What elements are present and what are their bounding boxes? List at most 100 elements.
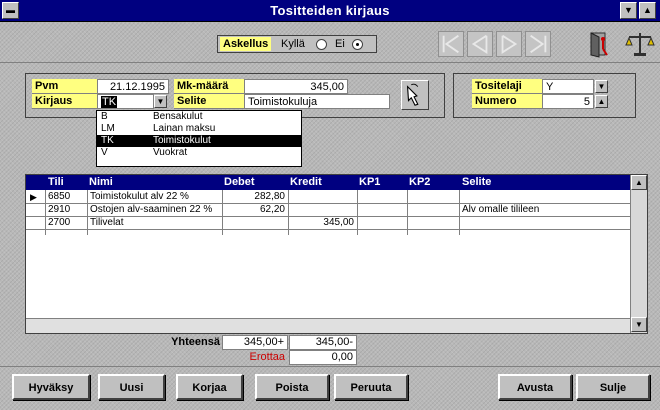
kirjaus-label: Kirjaus	[32, 94, 97, 109]
cell-kp1[interactable]	[358, 191, 408, 204]
grid-divider	[407, 190, 408, 235]
askellus-label: Askellus	[220, 37, 272, 51]
dropdown-item-name: Bensakulut	[153, 111, 203, 122]
cell-kredit[interactable]	[289, 191, 357, 204]
dropdown-item-lm[interactable]: LM Lainan maksu	[97, 123, 301, 135]
dropdown-item-b[interactable]: B Bensakulut	[97, 111, 301, 123]
tositelaji-label: Tositelaji	[472, 79, 542, 94]
cell-nimi[interactable]: Tilivelat	[88, 217, 222, 230]
selite-label: Selite	[174, 94, 244, 109]
maximize-arrow-icon[interactable]: ▲	[639, 2, 656, 19]
numero-field[interactable]: 5	[542, 94, 594, 109]
table-row[interactable]: 2910 Ostojen alv-saaminen 22 % 62,20 Alv…	[26, 204, 631, 217]
toolbar: Askellus Kyllä Ei	[0, 23, 660, 63]
erottaa-label: Erottaa	[249, 351, 285, 363]
table-row[interactable]: 2700 Tilivelat 345,00	[26, 217, 631, 230]
grid-divider	[45, 190, 46, 235]
uusi-button[interactable]: Uusi	[98, 374, 165, 400]
option-yes-label: Kyllä	[281, 38, 305, 50]
cell-debet[interactable]	[223, 217, 288, 230]
avusta-button[interactable]: Avusta	[498, 374, 572, 400]
cell-kp1[interactable]	[358, 217, 408, 230]
cell-tili[interactable]: 2910	[46, 204, 86, 217]
scroll-down-icon[interactable]: ▼	[631, 317, 647, 332]
cell-kp1[interactable]	[358, 204, 408, 217]
cell-debet[interactable]: 62,20	[223, 204, 288, 217]
radio-yes[interactable]	[316, 39, 327, 50]
dropdown-item-name: Vuokrat	[153, 147, 188, 158]
current-row-marker-icon: ▶	[30, 192, 37, 202]
askellus-group: Askellus Kyllä Ei	[217, 35, 377, 53]
previous-record-icon[interactable]	[467, 31, 493, 57]
debet-total: 345,00+	[222, 335, 288, 350]
kirjaus-dropdown-button[interactable]: ▼	[154, 95, 167, 108]
scroll-up-icon[interactable]: ▲	[631, 175, 647, 190]
exit-door-icon[interactable]	[585, 30, 615, 58]
kirjaus-field[interactable]: TK	[97, 94, 154, 109]
cell-debet[interactable]: 282,80	[223, 191, 288, 204]
cell-selite[interactable]: Alv omalle tilileen	[460, 204, 630, 217]
grid-divider	[357, 190, 358, 235]
dropdown-item-code: LM	[101, 123, 115, 134]
kirjaus-value: TK	[101, 96, 118, 108]
hyvaksy-button[interactable]: Hyväksy	[12, 374, 90, 400]
tositelaji-field[interactable]: Y	[542, 79, 594, 94]
last-record-icon[interactable]	[525, 31, 551, 57]
kirjaus-dropdown-list: B Bensakulut LM Lainan maksu TK Toimisto…	[96, 110, 302, 167]
horizontal-scrollbar[interactable]	[26, 318, 631, 333]
korjaa-button[interactable]: Korjaa	[176, 374, 243, 400]
next-record-icon[interactable]	[496, 31, 522, 57]
cell-kp2[interactable]	[408, 191, 458, 204]
col-header-debet: Debet	[224, 176, 255, 188]
grid-header: Tili Nimi Debet Kredit KP1 KP2 Selite	[26, 175, 631, 190]
cell-kp2[interactable]	[408, 204, 458, 217]
cell-tili[interactable]: 6850	[46, 191, 86, 204]
cell-kredit[interactable]	[289, 204, 357, 217]
sulje-button[interactable]: Sulje	[576, 374, 650, 400]
voucher-type-panel: Tositelaji Y ▼ Numero 5 ▲	[453, 73, 636, 118]
tositelaji-dropdown-button[interactable]: ▼	[595, 80, 608, 93]
grid-divider	[459, 190, 460, 235]
option-no-label: Ei	[335, 38, 345, 50]
dropdown-item-tk[interactable]: TK Toimistokulut	[97, 135, 301, 147]
dropdown-item-code: TK	[101, 135, 114, 146]
cell-nimi[interactable]: Toimistokulut alv 22 %	[88, 191, 222, 204]
cell-kp2[interactable]	[408, 217, 458, 230]
first-record-icon[interactable]	[438, 31, 464, 57]
scales-icon[interactable]	[623, 30, 655, 58]
dropdown-item-name: Toimistokulut	[153, 135, 211, 146]
numero-spin-button[interactable]: ▲	[595, 95, 608, 108]
dropdown-item-code: V	[101, 147, 108, 158]
kredit-total: 345,00-	[289, 335, 357, 350]
cell-selite[interactable]	[460, 217, 630, 230]
yhteensa-label: Yhteensä	[171, 336, 220, 348]
table-row[interactable]: ▶ 6850 Toimistokulut alv 22 % 282,80	[26, 191, 631, 204]
selite-field[interactable]: Toimistokuluja	[244, 94, 390, 109]
minimize-arrow-icon[interactable]: ▼	[620, 2, 637, 19]
window-title: Tositteiden kirjaus	[270, 3, 390, 18]
dropdown-item-code: B	[101, 111, 108, 122]
dropdown-item-v[interactable]: V Vuokrat	[97, 147, 301, 159]
col-header-tili: Tili	[48, 176, 64, 188]
poista-button[interactable]: Poista	[255, 374, 329, 400]
col-header-kredit: Kredit	[290, 176, 322, 188]
col-header-kp2: KP2	[409, 176, 431, 188]
grid-divider	[87, 190, 88, 235]
grid-divider	[288, 190, 289, 235]
cell-tili[interactable]: 2700	[46, 217, 86, 230]
cell-kredit[interactable]: 345,00	[289, 217, 357, 230]
mk-maara-field[interactable]: 345,00	[244, 79, 348, 94]
radio-no[interactable]	[352, 39, 363, 50]
vertical-scrollbar[interactable]: ▲ ▼	[630, 175, 647, 333]
pvm-field[interactable]: 21.12.1995	[97, 79, 169, 94]
grid-divider	[222, 190, 223, 235]
entries-grid: Tili Nimi Debet Kredit KP1 KP2 Selite ▶ …	[25, 174, 648, 334]
erottaa-value: 0,00	[289, 350, 357, 365]
numero-label: Numero	[472, 94, 542, 109]
hand-pointer-icon[interactable]	[401, 80, 429, 110]
col-header-selite: Selite	[462, 176, 492, 188]
pvm-label: Pvm	[32, 79, 97, 94]
cell-nimi[interactable]: Ostojen alv-saaminen 22 %	[88, 204, 222, 217]
cell-selite[interactable]	[460, 191, 630, 204]
peruuta-button[interactable]: Peruuta	[334, 374, 408, 400]
